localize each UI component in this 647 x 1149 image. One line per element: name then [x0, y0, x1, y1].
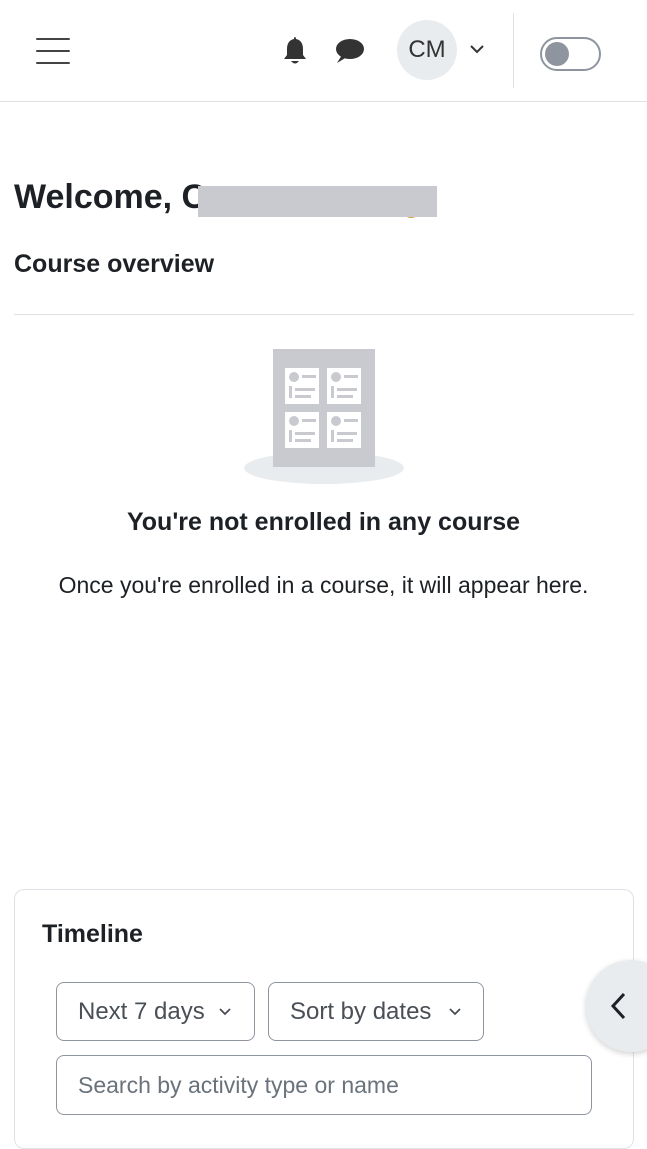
timeline-block: Timeline Next 7 days Sort by dates [14, 889, 634, 1149]
user-initials: CM [408, 36, 446, 63]
edit-mode-toggle[interactable] [540, 37, 601, 71]
sort-dropdown[interactable]: Sort by dates [268, 982, 484, 1041]
date-range-label: Next 7 days [78, 997, 205, 1025]
hamburger-menu-icon[interactable] [36, 36, 72, 66]
top-navbar: CM [0, 0, 647, 102]
empty-courses-illustration [242, 346, 406, 486]
chevron-down-icon[interactable] [468, 40, 486, 58]
chat-bubble-icon[interactable] [332, 36, 366, 66]
navbar-divider [513, 13, 514, 88]
chevron-down-icon [449, 1008, 461, 1016]
section-divider [14, 314, 634, 315]
date-range-dropdown[interactable]: Next 7 days [56, 982, 255, 1041]
user-avatar[interactable]: CM [397, 20, 457, 80]
timeline-search-input[interactable] [56, 1055, 592, 1115]
course-overview-title: Course overview [14, 250, 215, 278]
timeline-title: Timeline [42, 920, 143, 948]
empty-state-title: You're not enrolled in any course [126, 508, 521, 536]
redacted-name [198, 186, 437, 217]
bell-icon[interactable] [280, 34, 310, 66]
welcome-heading: Welcome, C [14, 178, 207, 216]
sort-label: Sort by dates [290, 997, 432, 1025]
chevron-left-icon [610, 992, 626, 1020]
empty-state-description: Once you're enrolled in a course, it wil… [58, 572, 589, 598]
toggle-knob [545, 42, 569, 66]
chevron-down-icon [219, 1008, 231, 1016]
